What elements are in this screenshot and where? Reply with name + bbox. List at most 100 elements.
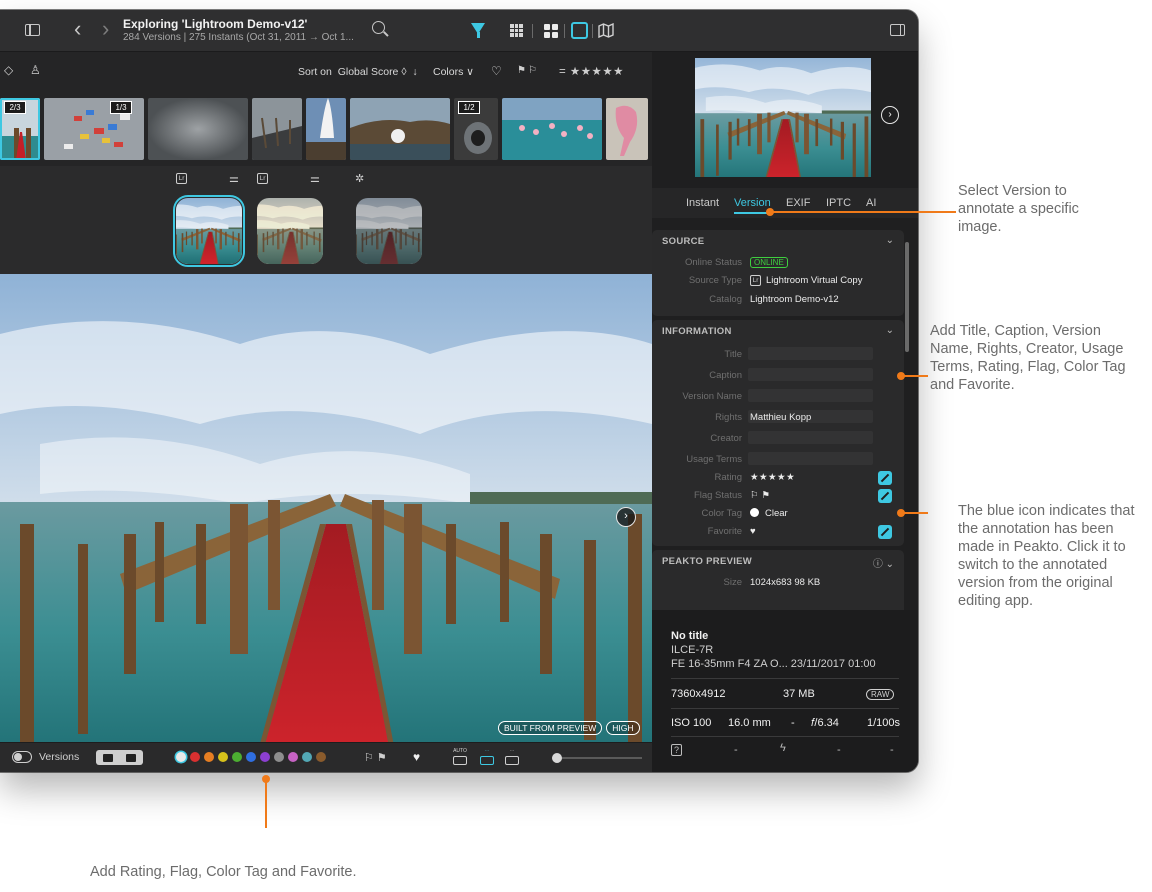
favorite-heart-icon[interactable]: ♥ [413, 750, 420, 764]
back-chevron-icon[interactable]: ‹ [74, 18, 81, 40]
color-tag-dot[interactable] [190, 752, 200, 762]
flag-icons[interactable]: ⚐⚑ [364, 751, 390, 764]
peakto-annotation-icon[interactable] [878, 525, 892, 539]
sidebar-toggle-icon[interactable] [25, 24, 40, 36]
field-label: Source Type [688, 275, 742, 286]
tab-instant[interactable]: Instant [686, 197, 719, 209]
adjustments-icon: ⚌ [229, 173, 239, 185]
help-icon[interactable]: ? [671, 744, 683, 756]
color-tag-dot[interactable] [260, 752, 270, 762]
thumbnail[interactable] [252, 98, 302, 160]
thumbnail[interactable] [606, 98, 648, 160]
rights-row: Rights Matthieu Kopp [652, 410, 904, 426]
version-card[interactable] [173, 195, 245, 267]
tab-ai[interactable]: AI [866, 197, 876, 209]
color-tag-value: Clear [765, 508, 788, 519]
thumbnail[interactable] [350, 98, 450, 160]
stack-badge: 2/3 [4, 101, 26, 114]
section-title: INFORMATION [662, 326, 732, 337]
zoom-slider[interactable] [552, 753, 642, 763]
favorite-filter-icon[interactable]: ♡ [491, 64, 502, 78]
right-panel-toggle-icon[interactable] [890, 24, 905, 36]
info-chevron-icon[interactable]: ⓘ ⌄ [873, 555, 894, 570]
grid-view-icon[interactable] [510, 24, 523, 37]
flag-icons[interactable]: ⚐⚑ [750, 490, 773, 501]
search-icon[interactable] [372, 21, 385, 34]
tab-exif[interactable]: EXIF [786, 197, 810, 209]
crop-fit-icon[interactable]: ⋯ [479, 748, 495, 766]
version-name-field[interactable] [748, 389, 873, 402]
chevron-down-icon[interactable]: ⌄ [886, 235, 894, 246]
color-tag-dot[interactable] [288, 752, 298, 762]
creator-field[interactable] [748, 431, 873, 444]
caption-field[interactable] [748, 368, 873, 381]
color-tag-dot[interactable] [246, 752, 256, 762]
peakto-annotation-icon[interactable] [878, 471, 892, 485]
inspector-preview [695, 58, 871, 177]
sort-control[interactable]: Sort on Global Score ◊ ↓ [298, 66, 418, 78]
divider [671, 736, 899, 737]
mosaic-view-icon[interactable] [544, 24, 558, 38]
thumbnail[interactable] [502, 98, 602, 160]
color-dot-icon [750, 508, 759, 517]
view-segment-control[interactable] [96, 750, 143, 765]
versions-label: Versions [39, 751, 80, 763]
thumbnail[interactable]: 2/3 [0, 98, 40, 160]
version-card[interactable] [257, 198, 323, 264]
field-label: Creator [710, 433, 742, 444]
sort-label: Sort on [298, 66, 332, 78]
color-tag-dot[interactable] [316, 752, 326, 762]
flag-filter-icon[interactable]: ⚑⚐ [517, 65, 539, 76]
built-from-preview-badge: BUILT FROM PREVIEW [498, 721, 603, 735]
thumbnail[interactable] [306, 98, 346, 160]
callout-blue-icon: The blue icon indicates that the annotat… [958, 503, 1135, 609]
divider [671, 678, 899, 679]
callout-line [902, 512, 928, 514]
tag-icon[interactable]: ◇ [4, 63, 13, 77]
usage-terms-row: Usage Terms [652, 452, 904, 468]
flag-status-row: Flag Status ⚐⚑ [652, 489, 904, 504]
field-label: Size [723, 577, 742, 588]
version-card[interactable] [356, 198, 422, 264]
forward-chevron-icon[interactable]: › [102, 18, 109, 40]
color-tag-dot[interactable] [204, 752, 214, 762]
file-size: 37 MB [783, 688, 815, 700]
chevron-down-icon[interactable]: ⌄ [886, 325, 894, 336]
thumbnail[interactable] [148, 98, 248, 160]
tab-iptc[interactable]: IPTC [826, 197, 851, 209]
versions-toggle[interactable] [12, 751, 32, 763]
colors-filter[interactable]: Colors ∨ [433, 66, 474, 78]
thumbnail[interactable]: 1/3 [44, 98, 144, 160]
crop-fill-icon[interactable]: ⋯ [504, 748, 520, 766]
section-title: SOURCE [662, 236, 705, 247]
peakto-preview-section: PEAKTO PREVIEW ⓘ ⌄ Size 1024x683 98 KB [652, 550, 904, 610]
color-tag-dot[interactable] [232, 752, 242, 762]
creator-row: Creator [652, 431, 904, 447]
inspector-panel: › Instant Version EXIF IPTC AI SOURCE ⌄ … [652, 52, 918, 772]
rating-stars[interactable]: ★★★★★ [750, 472, 795, 483]
color-tag-dot[interactable] [176, 752, 186, 762]
filter-icon[interactable] [471, 23, 485, 38]
inspector-content: SOURCE ⌄ Online Status ONLINE Source Type… [652, 230, 918, 610]
favorite-heart-icon[interactable]: ♥ [750, 526, 756, 537]
color-tag-dot[interactable] [302, 752, 312, 762]
usage-terms-field[interactable] [748, 452, 873, 465]
color-tag-dot[interactable] [218, 752, 228, 762]
empty-value: - [837, 744, 841, 756]
title-field[interactable] [748, 347, 873, 360]
main-image[interactable]: › BUILT FROM PREVIEW HIGH [0, 274, 652, 762]
field-label: Version Name [682, 391, 742, 402]
single-view-icon[interactable] [571, 22, 588, 39]
next-image-icon[interactable]: › [881, 106, 899, 124]
crop-auto-icon[interactable]: AUTO [452, 748, 468, 766]
field-label: Flag Status [693, 490, 742, 501]
map-view-icon[interactable] [598, 23, 614, 38]
caption-row: Caption [652, 368, 904, 384]
rating-filter[interactable]: = ★★★★★ [559, 64, 624, 78]
color-tag-dot[interactable] [274, 752, 284, 762]
thumbnail[interactable]: 1/2 [454, 98, 498, 160]
person-icon[interactable]: ♙ [30, 63, 41, 77]
scrollbar[interactable] [905, 242, 909, 352]
next-image-icon[interactable]: › [616, 507, 636, 527]
peakto-annotation-icon[interactable] [878, 489, 892, 503]
